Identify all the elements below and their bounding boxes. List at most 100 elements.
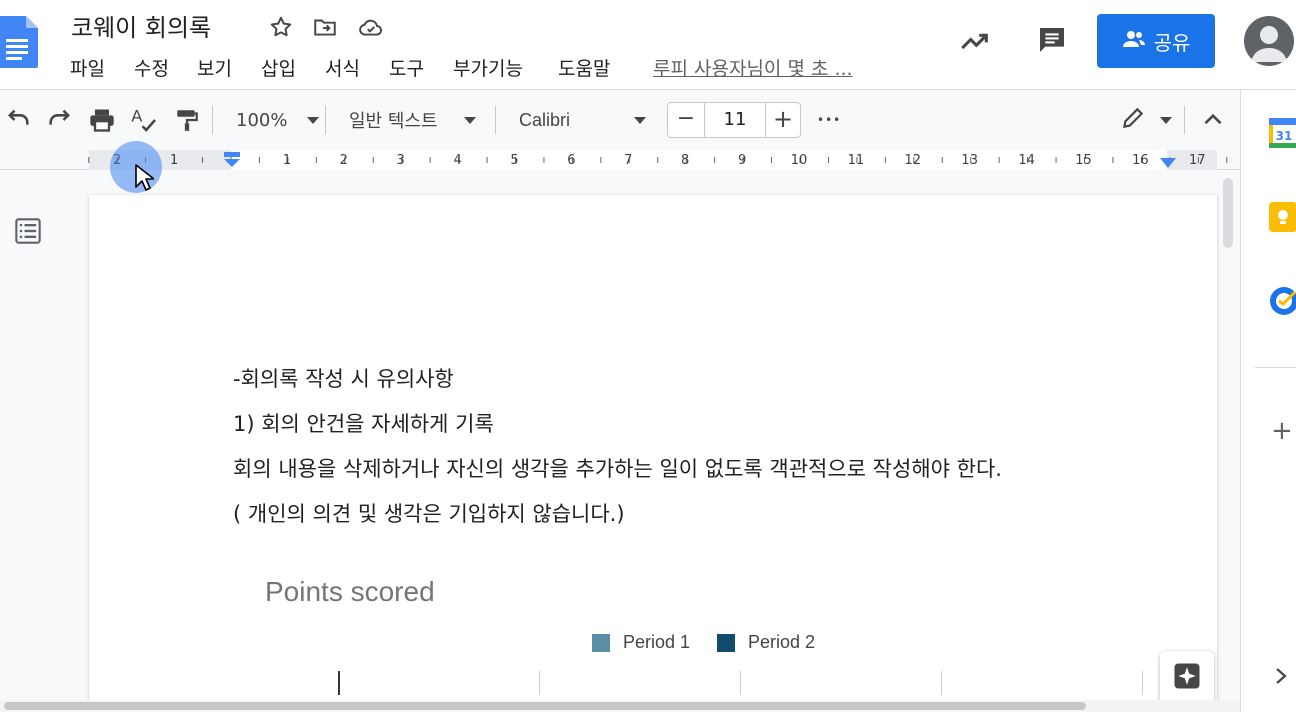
- decrease-font-size-button[interactable]: −: [668, 103, 704, 137]
- chart-gridline: [539, 671, 540, 695]
- keep-icon[interactable]: [1269, 202, 1296, 236]
- chevron-down-icon: [307, 116, 320, 124]
- toolbar-divider: [495, 106, 496, 134]
- cloud-saved-icon[interactable]: [358, 14, 384, 40]
- paint-format-icon[interactable]: [174, 90, 200, 150]
- menu-file[interactable]: 파일: [70, 54, 105, 81]
- share-button[interactable]: 공유: [1097, 14, 1215, 68]
- svg-text:A: A: [131, 106, 142, 125]
- ruler-label: 8: [681, 153, 689, 168]
- menu-addons[interactable]: 부가기능: [453, 54, 523, 81]
- tasks-icon[interactable]: [1269, 286, 1296, 320]
- side-panel-divider: [1255, 367, 1296, 368]
- toolbar: A 100% 일반 텍스트 Calibri − 11 + •••: [0, 90, 1240, 150]
- zoom-value: 100%: [236, 109, 288, 131]
- font-family-value: Calibri: [519, 109, 571, 130]
- document-paragraph[interactable]: ( 개인의 의견 및 생각은 기입하지 않습니다.): [233, 498, 625, 528]
- menu-edit[interactable]: 수정: [134, 54, 169, 81]
- chart-axis-line: [338, 671, 340, 695]
- ruler-label: 4: [453, 153, 461, 168]
- ruler-label: 9: [738, 153, 746, 168]
- chart-title: Points scored: [265, 576, 435, 607]
- calendar-day: 31: [1276, 129, 1293, 143]
- chart-gridline: [740, 671, 741, 695]
- font-size-input[interactable]: 11: [704, 103, 766, 137]
- menu-tools[interactable]: 도구: [389, 54, 424, 81]
- chart-gridline: [1142, 671, 1143, 695]
- ruler-label: 7: [624, 153, 632, 168]
- move-to-folder-icon[interactable]: [312, 14, 338, 40]
- mouse-pointer-icon: [134, 163, 155, 197]
- ruler-label: 13: [961, 153, 978, 168]
- toolbar-divider: [1184, 106, 1185, 134]
- vertical-scrollbar-thumb[interactable]: [1223, 178, 1233, 248]
- document-paragraph[interactable]: -회의록 작성 시 유의사항: [233, 363, 454, 393]
- chevron-down-icon: [634, 116, 647, 124]
- paragraph-style-value: 일반 텍스트: [349, 111, 438, 132]
- menu-view[interactable]: 보기: [197, 54, 232, 81]
- left-indent-marker-icon[interactable]: [223, 152, 241, 172]
- chevron-right-icon[interactable]: [1273, 665, 1289, 691]
- document-outline-icon[interactable]: [14, 217, 42, 245]
- paragraph-style-select[interactable]: 일반 텍스트: [349, 90, 476, 150]
- docs-logo-icon[interactable]: [0, 14, 38, 70]
- ruler-label: 15: [1075, 153, 1092, 168]
- chart-gridline: [941, 671, 942, 695]
- font-size-control: − 11 +: [667, 102, 801, 138]
- legend-swatch-period-1: [592, 634, 610, 652]
- comment-history-icon[interactable]: [1036, 24, 1068, 60]
- legend-swatch-period-2: [717, 634, 735, 652]
- document-canvas: -회의록 작성 시 유의사항 1) 회의 안건을 자세하게 기록 회의 내용을 …: [0, 171, 1240, 712]
- font-family-select[interactable]: Calibri: [519, 90, 647, 150]
- explore-button[interactable]: [1160, 651, 1214, 705]
- account-avatar[interactable]: [1244, 16, 1294, 66]
- ruler-label: 16: [1132, 153, 1149, 168]
- zoom-select[interactable]: 100%: [236, 90, 320, 150]
- ruler-label: 3: [397, 153, 405, 168]
- star-icon[interactable]: [268, 14, 294, 40]
- header: 코웨이 회의록 파일 수정 보기 삽입 서식 도구 부가기능 도움말 루피 사용…: [0, 0, 1296, 90]
- legend-label-period-2: Period 2: [748, 632, 816, 652]
- share-people-icon: [1122, 29, 1146, 54]
- last-edit-link[interactable]: 루피 사용자님이 몇 초 ...: [653, 54, 853, 81]
- horizontal-scrollbar-thumb[interactable]: [4, 702, 1086, 710]
- undo-icon[interactable]: [4, 90, 32, 150]
- redo-icon[interactable]: [46, 90, 74, 150]
- document-paragraph[interactable]: 회의 내용을 삭제하거나 자신의 생각을 추가하는 일이 없도록 객관적으로 작…: [233, 453, 1002, 483]
- document-page[interactable]: -회의록 작성 시 유의사항 1) 회의 안건을 자세하게 기록 회의 내용을 …: [89, 195, 1217, 712]
- document-paragraph[interactable]: 1) 회의 안건을 자세하게 기록: [233, 408, 494, 438]
- collapse-menus-icon[interactable]: [1200, 90, 1226, 150]
- ruler-label: 10: [791, 153, 808, 168]
- google-docs-window: 코웨이 회의록 파일 수정 보기 삽입 서식 도구 부가기능 도움말 루피 사용…: [0, 0, 1296, 712]
- activity-trend-icon[interactable]: [958, 24, 992, 62]
- ruler-label: 1: [170, 153, 178, 168]
- ruler-label: 2: [340, 153, 348, 168]
- print-icon[interactable]: [88, 90, 116, 150]
- horizontal-scrollbar[interactable]: [0, 700, 1240, 712]
- ruler-label: 14: [1018, 153, 1035, 168]
- side-panel: 31 +: [1240, 90, 1296, 712]
- add-addon-button[interactable]: +: [1271, 416, 1293, 446]
- menu-insert[interactable]: 삽입: [261, 54, 296, 81]
- ruler-label: 17: [1189, 153, 1206, 168]
- ruler-label: 11: [848, 153, 865, 168]
- share-label: 공유: [1153, 30, 1191, 55]
- horizontal-ruler[interactable]: 211234567891011121314151617: [0, 150, 1240, 170]
- ruler-scale: 211234567891011121314151617: [88, 150, 1228, 170]
- chevron-down-icon: [1160, 116, 1172, 124]
- more-options-button[interactable]: •••: [817, 90, 841, 150]
- document-title[interactable]: 코웨이 회의록: [71, 8, 211, 43]
- menu-help[interactable]: 도움말: [558, 54, 610, 81]
- ruler-label: 6: [567, 153, 575, 168]
- ruler-label: 5: [510, 153, 518, 168]
- chevron-down-icon: [463, 116, 476, 124]
- increase-font-size-button[interactable]: +: [766, 103, 800, 137]
- legend-label-period-1: Period 1: [623, 632, 691, 652]
- calendar-icon[interactable]: 31: [1268, 117, 1296, 152]
- explore-sparkle-icon: [1172, 661, 1202, 695]
- editing-mode-select[interactable]: [1120, 90, 1172, 150]
- ruler-label: 1: [283, 153, 291, 168]
- menu-format[interactable]: 서식: [325, 54, 360, 81]
- ruler-label: 12: [905, 153, 922, 168]
- toolbar-divider: [325, 106, 326, 134]
